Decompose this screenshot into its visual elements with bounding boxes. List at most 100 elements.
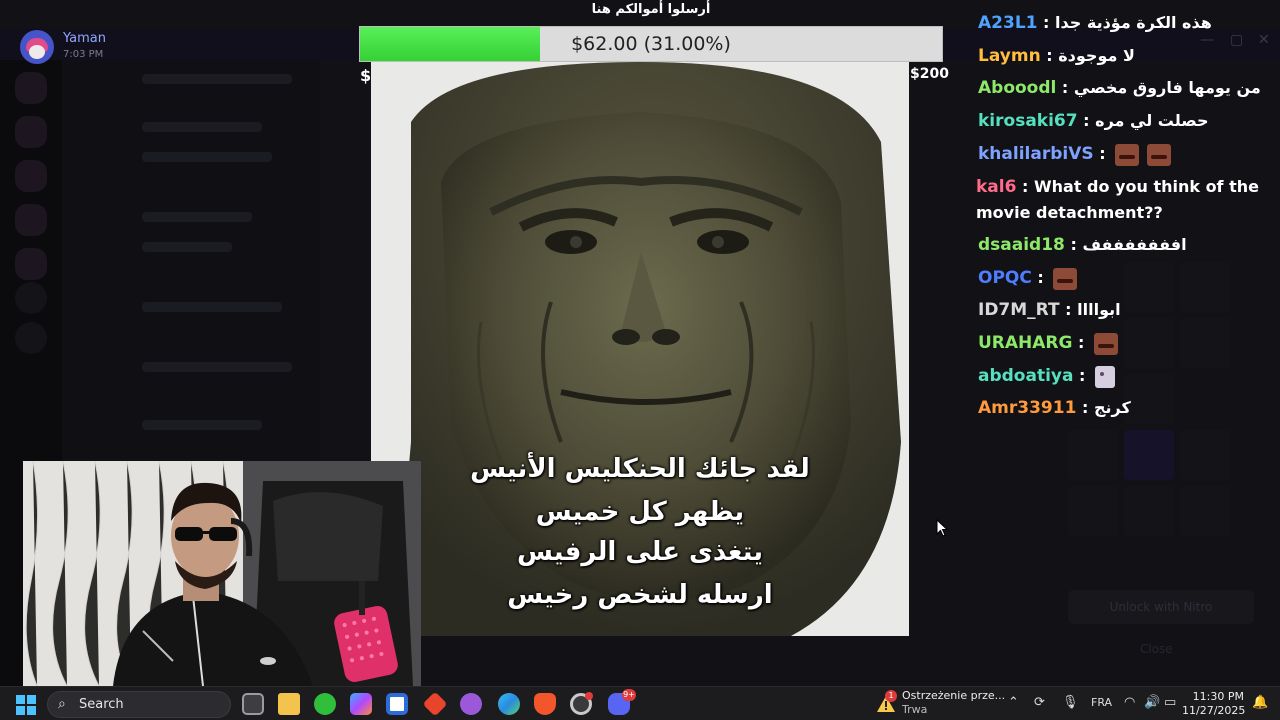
background-tile [1180, 486, 1230, 536]
chat-message: A23L1 : هذه الكرة مؤذية جدا [978, 13, 1212, 33]
avatar[interactable] [20, 30, 54, 64]
chat-author[interactable]: Amr33911 [978, 398, 1076, 418]
face-emote [1147, 143, 1172, 166]
chat-text: لا موجودة [1058, 46, 1135, 65]
webcam-feed [23, 461, 421, 686]
chat-author[interactable]: Abooodl [978, 78, 1056, 98]
notifications-bell-icon[interactable]: 🔔 [1252, 695, 1268, 710]
mouse-cursor-icon [936, 519, 948, 537]
chat-message: ID7M_RT : ابواااا [978, 300, 1121, 320]
copilot-icon[interactable] [350, 693, 372, 715]
meme-caption-line: يتغذى على الرفيس [517, 537, 763, 567]
microphone-icon[interactable]: 🎙 [1062, 695, 1079, 710]
chrome-icon[interactable] [570, 692, 593, 715]
discord-icon[interactable]: 9+ [608, 689, 636, 715]
chat-message: URAHARG : [978, 330, 1268, 356]
language-indicator[interactable]: FRA [1091, 696, 1112, 709]
server-icon[interactable] [15, 204, 47, 236]
chat-message: Laymn : لا موجودة [978, 46, 1135, 66]
chat-app-icon[interactable] [460, 693, 482, 715]
chat-text: ابواااا [1077, 300, 1121, 319]
chat-message: OPQC : [978, 265, 1268, 291]
donation-goal-title: أرسلوا أموالكم هنا [591, 2, 711, 17]
chat-message: Abooodl : من يومها فاروق مخصي [978, 78, 1261, 98]
sync-icon[interactable]: ⟳ [1034, 695, 1045, 710]
channel-item[interactable] [142, 212, 252, 222]
taskbar-search-box[interactable]: ⌕ Search [47, 691, 231, 718]
chat-message: abdoatiya : [978, 363, 1268, 389]
chevron-up-icon[interactable]: ⌃ [1008, 695, 1019, 710]
donation-goal-max: $200 [910, 66, 949, 82]
notification-count-badge: 1 [885, 690, 897, 702]
chat-message: kirosaki67 : حصلت لي مره [978, 111, 1209, 131]
volume-icon[interactable]: 🔊 [1144, 695, 1160, 710]
background-tile [1124, 430, 1174, 480]
channel-item[interactable] [142, 362, 292, 372]
channel-item[interactable] [142, 242, 232, 252]
task-view-icon[interactable] [242, 693, 264, 715]
battery-icon[interactable]: ▭ [1164, 695, 1176, 710]
git-icon[interactable] [422, 691, 448, 717]
chat-author[interactable]: kirosaki67 [978, 111, 1078, 131]
server-icon[interactable] [15, 160, 47, 192]
notification-title[interactable]: Ostrzeżenie prze... [902, 689, 1005, 702]
windows-start-icon[interactable] [16, 695, 36, 715]
chat-author[interactable]: dsaaid18 [978, 235, 1065, 255]
chat-author[interactable]: ID7M_RT [978, 300, 1060, 320]
screen: — ▢ ✕ Unlock with Nitro Close Yaman 7:03… [0, 0, 1280, 720]
background-tile [1068, 486, 1118, 536]
streamer-camera-image [23, 461, 421, 686]
chat-message: dsaaid18 : افففففففف [978, 235, 1187, 255]
server-icon[interactable] [15, 248, 47, 280]
timestamp: 7:03 PM [63, 49, 104, 60]
server-icon[interactable] [15, 116, 47, 148]
store-icon[interactable] [386, 693, 408, 715]
donation-goal-amount: $62.00 (31.00%) [571, 33, 731, 55]
donation-goal-bar: $62.00 (31.00%) [359, 26, 943, 62]
chat-author[interactable]: Laymn [978, 46, 1041, 66]
file-explorer-icon[interactable] [278, 693, 300, 715]
channel-item[interactable] [142, 420, 262, 430]
chat-author[interactable]: khalilarbiVS [978, 144, 1094, 164]
background-channel-list [62, 60, 320, 460]
chat-message: Amr33911 : كرنج [978, 398, 1131, 418]
meme-caption-line: ارسله لشخص رخيس [507, 580, 773, 610]
background-tile [1068, 430, 1118, 480]
chat-text: كرنج [1093, 398, 1131, 417]
face-emote [1115, 143, 1140, 166]
ghost-emote [1095, 365, 1116, 388]
chat-author[interactable]: kal6 [976, 177, 1016, 197]
explore-icon[interactable] [15, 322, 47, 354]
face-emote [1053, 267, 1078, 290]
username[interactable]: Yaman [63, 31, 106, 46]
chat-author[interactable]: abdoatiya [978, 366, 1073, 386]
channel-item[interactable] [142, 152, 272, 162]
unlock-nitro-button[interactable]: Unlock with Nitro [1068, 590, 1254, 624]
edge-icon[interactable] [498, 693, 520, 715]
channel-item[interactable] [142, 122, 262, 132]
notification-subtitle: Trwa [902, 703, 928, 716]
clock-time[interactable]: 11:30 PM [1188, 690, 1244, 703]
chat-text: افففففففف [1082, 235, 1187, 254]
channel-item[interactable] [142, 74, 292, 84]
meme-caption-line: لقد جائك الحنكليس الأنيس [470, 454, 810, 484]
xbox-icon[interactable] [314, 693, 336, 715]
meme-image: لقد جائك الحنكليس الأنيس يظهر كل خميس يت… [371, 62, 909, 636]
clock-date[interactable]: 11/27/2025 [1182, 704, 1245, 717]
chat-author[interactable]: A23L1 [978, 13, 1037, 33]
brave-icon[interactable] [534, 693, 556, 715]
background-tile [1180, 430, 1230, 480]
channel-item[interactable] [142, 302, 282, 312]
close-link[interactable]: Close [1140, 642, 1173, 656]
server-icon[interactable] [15, 72, 47, 104]
wifi-icon[interactable]: ◠ [1124, 695, 1135, 710]
background-tile [1124, 486, 1174, 536]
add-server-icon[interactable] [15, 282, 47, 314]
chat-author[interactable]: OPQC [978, 268, 1032, 288]
face-emote [1094, 332, 1119, 355]
meme-caption-line: يظهر كل خميس [535, 497, 745, 527]
chat-text: What do you think of the movie detachmen… [976, 177, 1259, 222]
windows-taskbar: ⌕ Search 9+ 1 Ostrzeżenie prze... Trwa ⌃… [0, 686, 1280, 720]
chat-message: khalilarbiVS : [978, 141, 1268, 167]
chat-author[interactable]: URAHARG [978, 333, 1072, 353]
